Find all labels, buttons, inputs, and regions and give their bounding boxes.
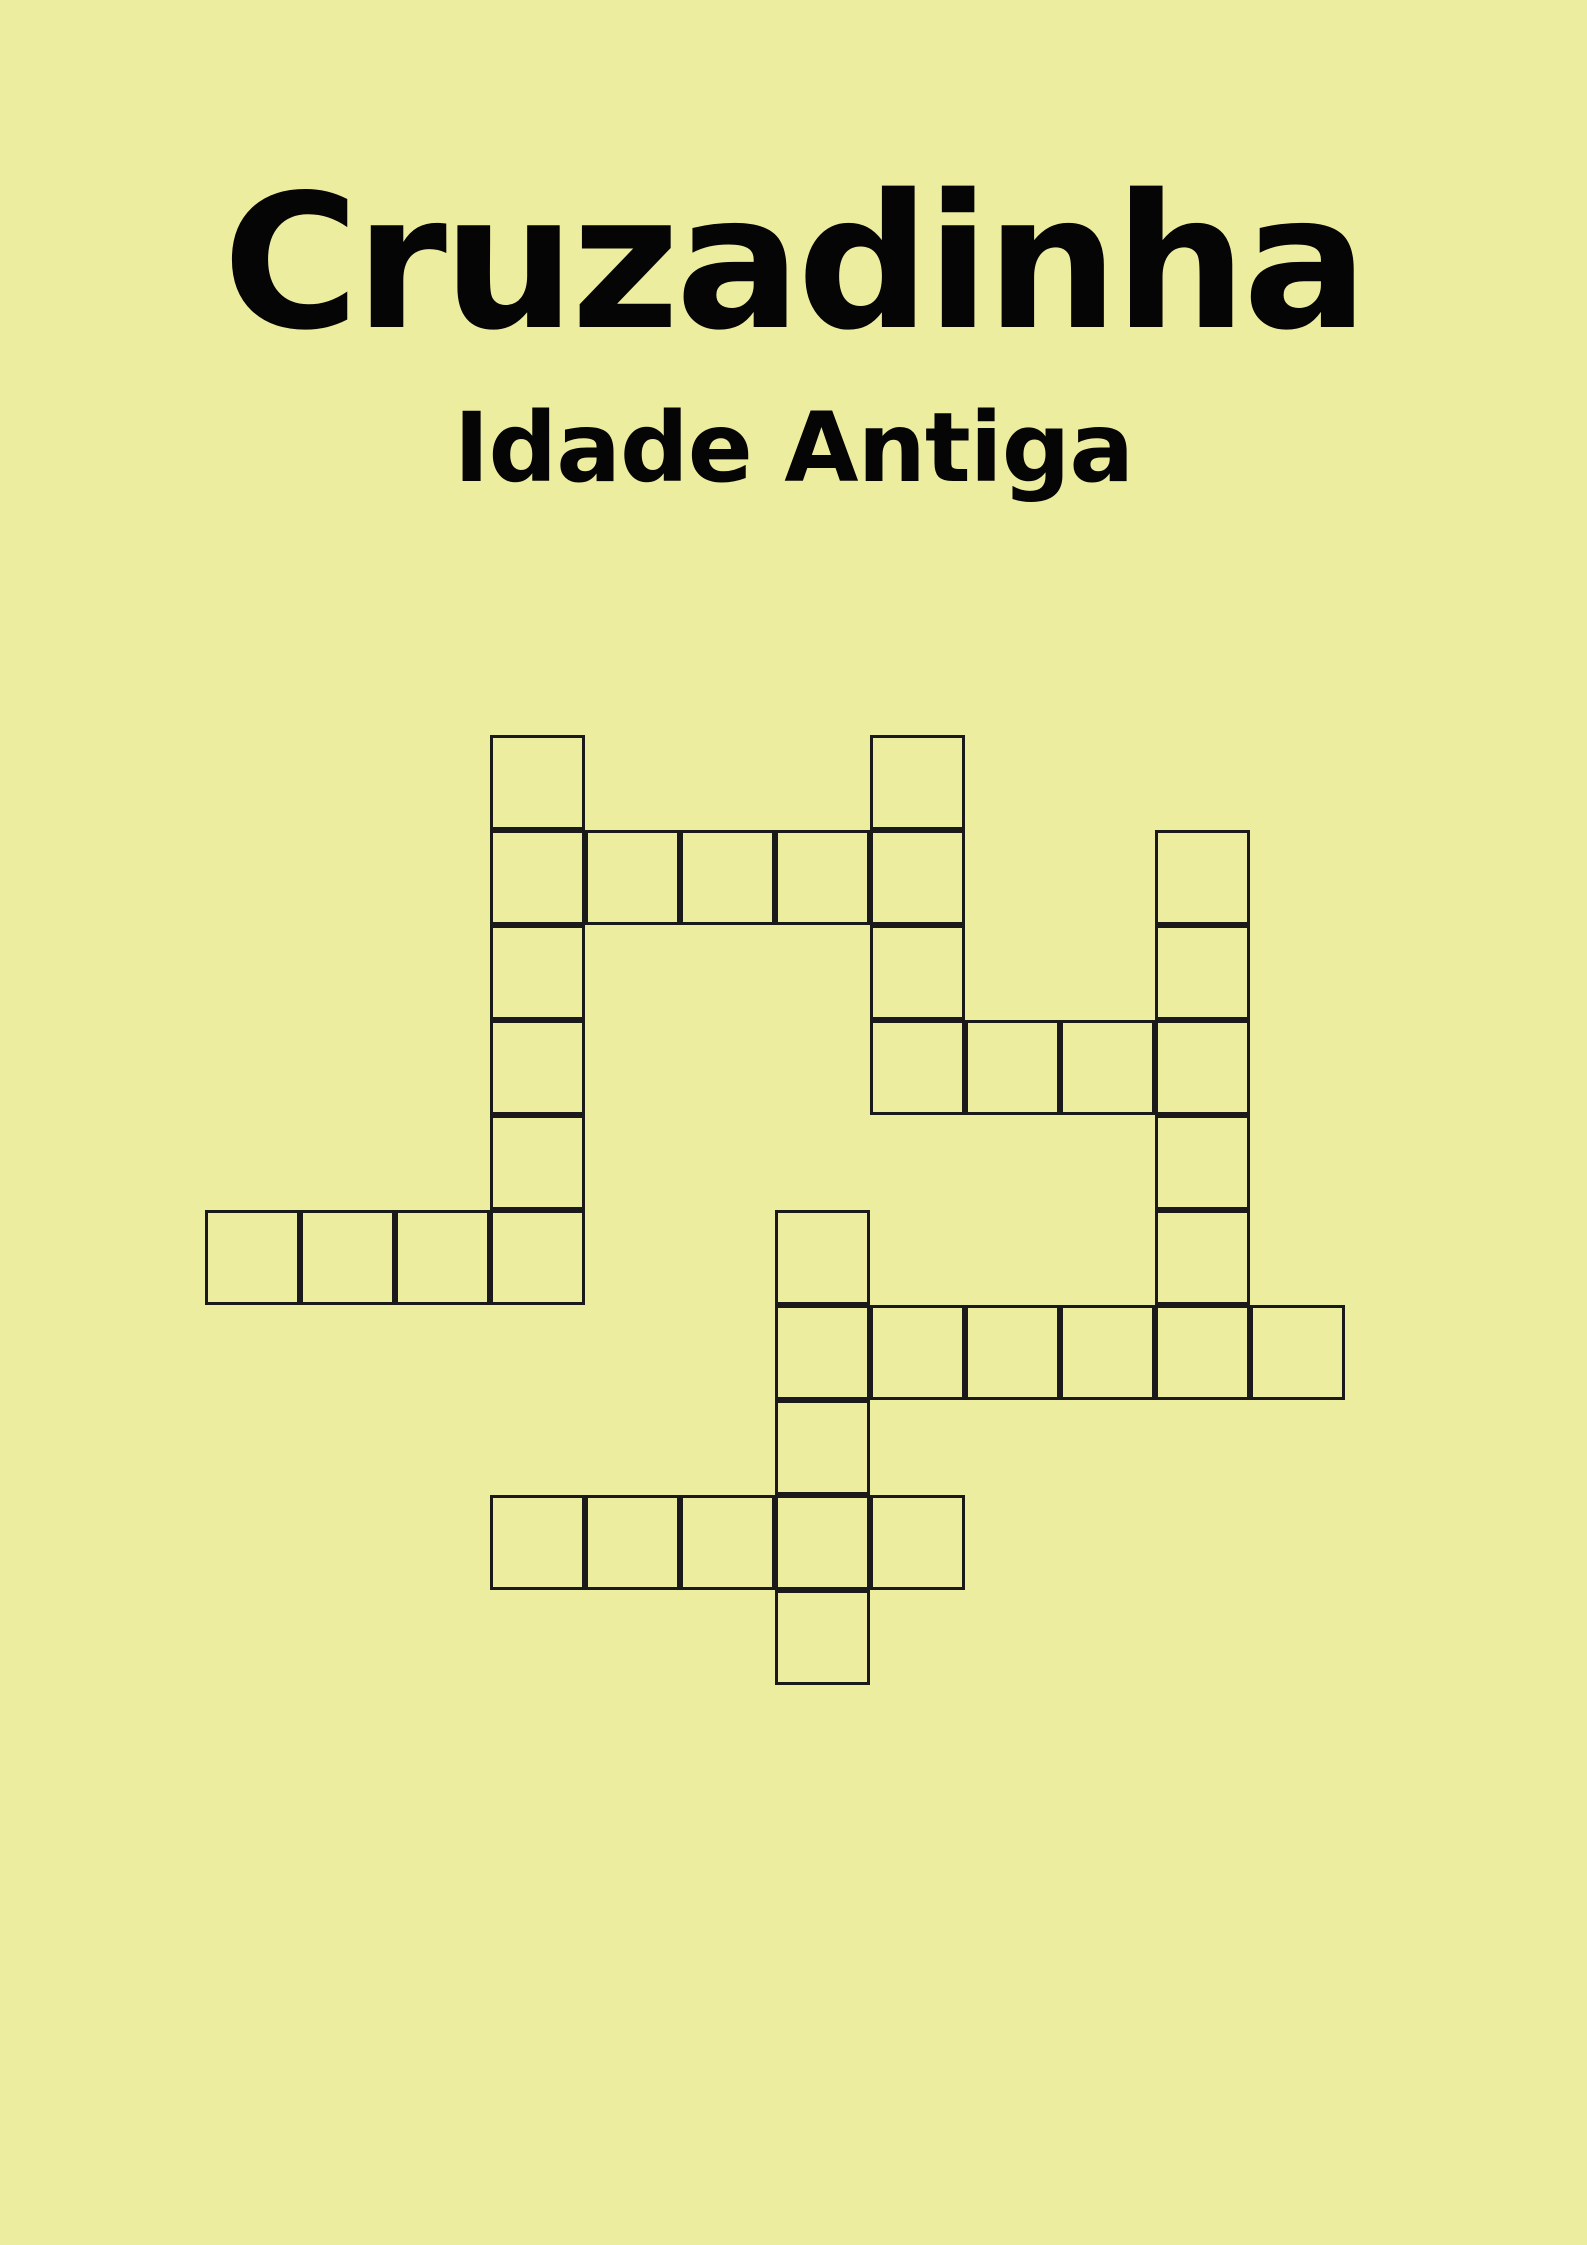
crossword-cell[interactable] xyxy=(870,1495,965,1590)
crossword-cell[interactable] xyxy=(1250,1305,1345,1400)
crossword-cell[interactable] xyxy=(870,1305,965,1400)
crossword-cell[interactable] xyxy=(965,1020,1060,1115)
crossword-cell[interactable] xyxy=(1155,830,1250,925)
crossword-cell[interactable] xyxy=(205,1210,300,1305)
crossword-cell[interactable] xyxy=(1155,1020,1250,1115)
crossword-cell[interactable] xyxy=(775,1305,870,1400)
crossword-cell[interactable] xyxy=(870,925,965,1020)
crossword-cell[interactable] xyxy=(490,1020,585,1115)
crossword-cell[interactable] xyxy=(395,1210,490,1305)
crossword-cell[interactable] xyxy=(490,830,585,925)
crossword-cell[interactable] xyxy=(775,1210,870,1305)
crossword-cell[interactable] xyxy=(870,1020,965,1115)
crossword-cell[interactable] xyxy=(490,1495,585,1590)
crossword-cell[interactable] xyxy=(775,1400,870,1495)
crossword-cell[interactable] xyxy=(585,830,680,925)
crossword-cell[interactable] xyxy=(1060,1305,1155,1400)
crossword-cell[interactable] xyxy=(1060,1020,1155,1115)
crossword-cell[interactable] xyxy=(490,1210,585,1305)
crossword-cell[interactable] xyxy=(490,1115,585,1210)
crossword-cell[interactable] xyxy=(680,1495,775,1590)
crossword-cell[interactable] xyxy=(1155,1115,1250,1210)
crossword-cell[interactable] xyxy=(680,830,775,925)
crossword-cell[interactable] xyxy=(300,1210,395,1305)
crossword-grid xyxy=(0,0,1587,2245)
crossword-cell[interactable] xyxy=(1155,1305,1250,1400)
crossword-cell[interactable] xyxy=(775,1495,870,1590)
crossword-cell[interactable] xyxy=(775,1590,870,1685)
crossword-cell[interactable] xyxy=(490,735,585,830)
crossword-cell[interactable] xyxy=(870,735,965,830)
crossword-cell[interactable] xyxy=(870,830,965,925)
crossword-cell[interactable] xyxy=(1155,1210,1250,1305)
crossword-cell[interactable] xyxy=(585,1495,680,1590)
crossword-cell[interactable] xyxy=(1155,925,1250,1020)
crossword-cell[interactable] xyxy=(965,1305,1060,1400)
crossword-cell[interactable] xyxy=(775,830,870,925)
crossword-cell[interactable] xyxy=(490,925,585,1020)
